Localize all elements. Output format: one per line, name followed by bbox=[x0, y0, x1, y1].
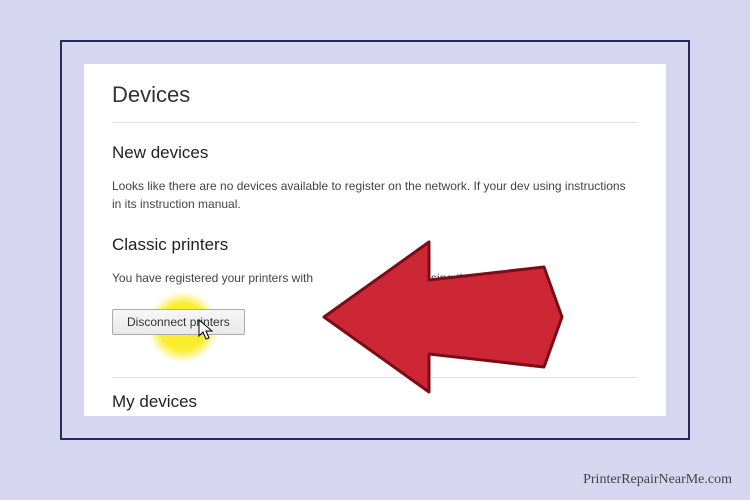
watermark: PrinterRepairNearMe.com bbox=[583, 472, 732, 488]
page-title: Devices bbox=[112, 82, 638, 123]
new-devices-body: Looks like there are no devices availabl… bbox=[112, 177, 638, 213]
arrow-icon bbox=[314, 232, 574, 402]
screenshot-frame: Devices New devices Looks like there are… bbox=[60, 40, 690, 440]
new-devices-header: New devices bbox=[112, 143, 638, 163]
section-new-devices: New devices Looks like there are no devi… bbox=[112, 143, 638, 213]
cursor-icon bbox=[198, 319, 216, 343]
disconnect-printers-button[interactable]: Disconnect printers bbox=[112, 309, 245, 335]
